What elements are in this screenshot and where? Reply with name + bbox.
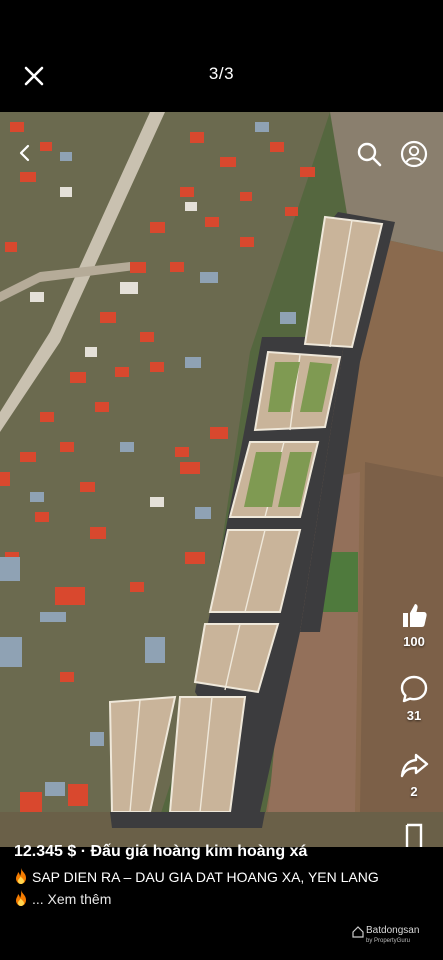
image-counter: 3/3 bbox=[208, 64, 235, 83]
fire-icon bbox=[16, 868, 26, 884]
post-title[interactable]: 12.345 $ · Đấu giá hoàng kim hoàng xá bbox=[14, 843, 307, 861]
post-line-2: SAP DIEN RA – DAU GIA DAT HOANG XA, YEN … bbox=[14, 868, 379, 885]
see-more-link[interactable]: ... Xem thêm bbox=[32, 891, 111, 907]
post-line-3[interactable]: ... Xem thêm bbox=[14, 890, 111, 907]
top-bar: 3/3 bbox=[0, 0, 443, 112]
fire-icon bbox=[16, 890, 26, 906]
comment-icon bbox=[400, 675, 428, 703]
share-count: 2 bbox=[410, 784, 418, 799]
bookmark-icon[interactable] bbox=[403, 823, 425, 847]
comment-button[interactable]: 31 bbox=[388, 674, 440, 723]
share-icon bbox=[400, 753, 429, 778]
like-count: 100 bbox=[403, 634, 425, 649]
share-button[interactable]: 2 bbox=[388, 750, 440, 799]
batdongsan-logo-icon bbox=[352, 926, 364, 938]
like-button[interactable]: 100 bbox=[388, 600, 440, 649]
thumbs-up-icon bbox=[403, 604, 427, 627]
comment-count: 31 bbox=[406, 708, 422, 723]
watermark-sub: by PropertyGuru bbox=[366, 938, 411, 944]
aerial-photo[interactable] bbox=[0, 112, 443, 847]
back-arrow-icon[interactable] bbox=[16, 144, 34, 162]
search-icon[interactable] bbox=[356, 141, 382, 167]
profile-icon[interactable] bbox=[400, 140, 428, 168]
watermark-brand: Batdongsan bbox=[366, 925, 420, 936]
post-line-2-text: SAP DIEN RA – DAU GIA DAT HOANG XA, YEN … bbox=[32, 869, 379, 885]
watermark: Batdongsan by PropertyGuru bbox=[366, 926, 419, 946]
